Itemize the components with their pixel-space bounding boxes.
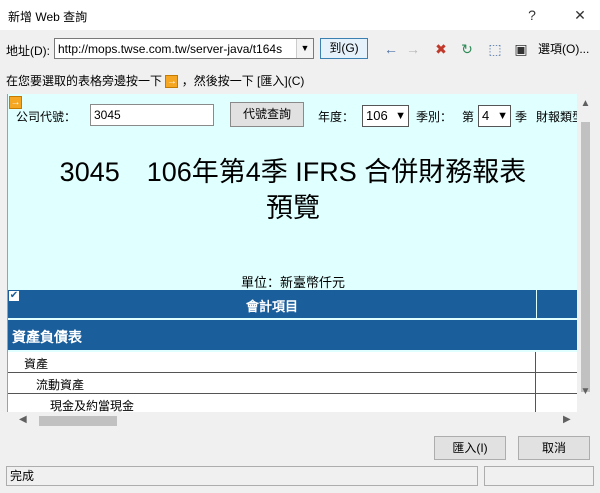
company-id-input[interactable] <box>90 104 214 126</box>
report-title-line2: 預覽 <box>266 193 320 223</box>
close-button[interactable]: ✕ <box>566 4 594 26</box>
company-label: 公司代號： <box>16 110 77 124</box>
scroll-left-icon[interactable]: ◀ <box>19 414 27 425</box>
section-header: 資產負債表 <box>8 320 577 350</box>
hide-icons-icon[interactable]: ⬚ <box>486 40 504 58</box>
stop-icon[interactable]: ✖ <box>432 40 450 58</box>
season-label: 季別： <box>416 110 453 124</box>
query-form: 公司代號： 代號查詢 年度： 106 ▼ 季別： 第 4 ▼ 季 財報類型 <box>8 102 577 128</box>
hint-text-before: 在您要選取的表格旁邊按一下 <box>6 74 163 88</box>
chevron-down-icon: ▼ <box>497 110 508 122</box>
window-title: 新增 Web 查詢 <box>8 10 88 24</box>
forward-icon[interactable]: → <box>404 40 422 58</box>
header-account-item: 會計項目 <box>245 299 298 314</box>
year-value: 106 <box>366 108 388 123</box>
table-row: 資產 <box>8 352 577 373</box>
row-label: 流動資產 <box>36 378 85 392</box>
report-title-line1: 3045 106年第4季 IFRS 合併財務報表 <box>59 157 527 187</box>
row-label: 現金及約當現金 <box>50 399 135 412</box>
vertical-scrollbar[interactable]: ▲ ▼ <box>577 94 594 412</box>
address-url: http://mops.twse.com.tw/server-java/t164… <box>58 42 283 56</box>
header-divider <box>536 290 537 318</box>
table-header: ✔ 會計項目 <box>8 290 577 318</box>
back-icon[interactable]: ← <box>382 40 400 58</box>
season-suffix: 季 <box>515 110 528 124</box>
table-row: 現金及約當現金 <box>8 394 577 412</box>
row-label: 資產 <box>24 357 49 371</box>
help-button[interactable]: ? <box>518 4 546 26</box>
season-select[interactable]: 4 ▼ <box>478 105 511 127</box>
horizontal-scrollbar[interactable]: ◀ ▶ <box>7 412 594 430</box>
season-value: 4 <box>482 108 490 123</box>
address-label: 地址(D): <box>6 44 50 58</box>
instruction-hint: 在您要選取的表格旁邊按一下 → ，然後按一下 [匯入](C) <box>6 72 304 89</box>
section-title: 資產負債表 <box>12 329 82 345</box>
status-bar-secondary <box>484 466 594 486</box>
refresh-icon[interactable]: ↻ <box>458 40 476 58</box>
chevron-down-icon[interactable]: ▼ <box>296 39 313 58</box>
address-toolbar: 地址(D): http://mops.twse.com.tw/server-ja… <box>0 36 600 62</box>
hint-text-after: ，然後按一下 [匯入](C) <box>181 74 305 88</box>
chevron-down-icon: ▼ <box>395 110 406 122</box>
address-input[interactable]: http://mops.twse.com.tw/server-java/t164… <box>54 38 314 59</box>
unit-label: 單位：新臺幣仟元 <box>240 275 345 290</box>
report-type-label: 財報類型 <box>536 110 577 124</box>
table-select-arrow-icon: → <box>165 75 179 89</box>
import-button[interactable]: 匯入(I) <box>434 436 506 460</box>
cancel-button[interactable]: 取消 <box>518 436 590 460</box>
table-row: 流動資產 <box>8 373 577 394</box>
horizontal-scroll-thumb[interactable] <box>39 416 117 426</box>
report-title: 3045 106年第4季 IFRS 合併財務報表 預覽 <box>8 154 577 226</box>
go-button[interactable]: 到(G) <box>320 38 368 59</box>
title-bar: 新增 Web 查詢 ? ✕ <box>0 0 600 30</box>
status-bar: 完成 <box>6 466 478 486</box>
save-query-icon[interactable]: ▣ <box>512 40 530 58</box>
season-prefix: 第 <box>462 110 475 124</box>
year-label: 年度： <box>318 110 355 124</box>
scroll-down-icon[interactable]: ▼ <box>577 386 594 397</box>
options-button[interactable]: 選項(O)... <box>538 39 600 59</box>
lookup-button[interactable]: 代號查詢 <box>230 102 304 127</box>
year-select[interactable]: 106 ▼ <box>362 105 409 127</box>
scroll-up-icon[interactable]: ▲ <box>577 98 594 109</box>
scroll-right-icon[interactable]: ▶ <box>563 414 571 425</box>
vertical-scroll-thumb[interactable] <box>581 122 590 392</box>
web-preview: → 公司代號： 代號查詢 年度： 106 ▼ 季別： 第 4 ▼ 季 財報類型 … <box>7 94 577 412</box>
